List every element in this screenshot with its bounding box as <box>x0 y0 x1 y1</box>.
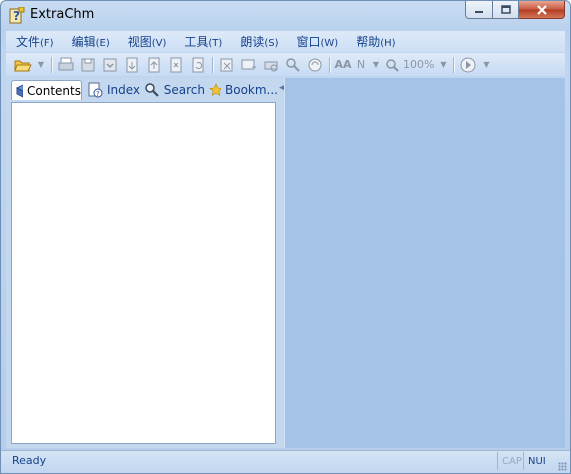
navigation-tabs: Contents ? Index Search Bookm... ◀ <box>6 78 286 100</box>
toolbar-separator <box>329 56 330 73</box>
maximize-button[interactable] <box>493 1 519 19</box>
find-button[interactable] <box>282 55 304 75</box>
toolbar-separator <box>212 56 213 73</box>
maximize-icon <box>500 5 511 14</box>
dropdown-arrow-icon: ▼ <box>372 60 380 69</box>
close-document-icon <box>170 57 182 72</box>
print-button[interactable] <box>55 55 77 75</box>
resize-grip-icon[interactable] <box>558 462 567 471</box>
print-preview-icon <box>264 61 278 71</box>
extrachm-app-icon: ? <box>9 7 25 24</box>
refresh-button[interactable] <box>187 55 209 75</box>
extract-button[interactable] <box>216 55 238 75</box>
num-lock-indicator: NUI <box>523 452 546 470</box>
menu-edit[interactable]: 编辑(E) <box>62 33 118 50</box>
tab-search[interactable]: Search <box>141 80 205 100</box>
status-bar: Ready CAP NUI <box>1 450 570 473</box>
tab-search-label: Search <box>163 83 205 97</box>
play-speech-button[interactable] <box>457 55 479 75</box>
page-up-icon <box>148 57 160 72</box>
tab-contents[interactable]: Contents <box>11 80 82 100</box>
tab-index-label: Index <box>106 83 140 97</box>
font-name-button[interactable]: N <box>353 55 369 75</box>
toolbar-separator <box>453 56 455 73</box>
navigation-pane: Contents ? Index Search Bookm... ◀ <box>6 78 290 448</box>
close-button[interactable] <box>519 1 565 19</box>
tab-contents-label: Contents <box>27 83 81 98</box>
toolbar: ▼ AA N ▼ 100% ▼ ▼ <box>6 53 565 76</box>
toolbar-separator <box>51 56 52 73</box>
close-document-button[interactable] <box>165 55 187 75</box>
save-icon <box>81 58 95 71</box>
contents-book-icon <box>15 83 24 98</box>
play-icon <box>460 57 476 72</box>
page-up-button[interactable] <box>143 55 165 75</box>
add-bookmark-button[interactable] <box>238 55 260 75</box>
bookmark-star-icon <box>209 83 221 96</box>
close-icon <box>536 4 547 15</box>
window-controls <box>465 1 565 20</box>
menu-help[interactable]: 帮助(H) <box>346 33 403 50</box>
menu-window[interactable]: 窗口(W) <box>287 33 347 50</box>
play-dropdown-button[interactable]: ▼ <box>479 55 493 75</box>
status-text: Ready <box>12 454 47 467</box>
find-icon <box>286 57 300 72</box>
sync-button[interactable] <box>304 55 326 75</box>
menu-view[interactable]: 视图(V) <box>118 33 175 50</box>
minimize-icon <box>475 10 483 13</box>
extract-icon <box>220 58 233 71</box>
tab-bookmarks-label: Bookm... <box>225 83 278 97</box>
app-window: ? ExtraChm 文件(F) 编辑(E) 视图(V) 工具(T) 朗读(S)… <box>0 0 571 474</box>
index-page-icon: ? <box>88 82 103 98</box>
sync-icon <box>308 58 322 71</box>
tab-bookmarks[interactable]: Bookm... <box>206 80 278 100</box>
caps-lock-indicator: CAP <box>497 452 522 470</box>
export-button[interactable] <box>99 55 121 75</box>
svg-text:?: ? <box>96 90 100 98</box>
font-size-button[interactable]: AA <box>333 55 353 75</box>
minimize-button[interactable] <box>465 1 493 19</box>
open-folder-icon <box>14 60 32 71</box>
window-title: ExtraChm <box>30 7 95 22</box>
dropdown-arrow-icon: ▼ <box>440 60 447 69</box>
menu-bar: 文件(F) 编辑(E) 视图(V) 工具(T) 朗读(S) 窗口(W) 帮助(H… <box>6 31 565 52</box>
zoom-icon <box>386 58 399 72</box>
dropdown-arrow-icon: ▼ <box>37 60 45 69</box>
open-folder-button[interactable] <box>12 55 34 75</box>
zoom-dropdown-button[interactable]: ▼ <box>436 55 450 75</box>
zoom-value: 100% <box>403 58 435 71</box>
font-name-label: N <box>356 58 366 71</box>
page-down-button[interactable] <box>121 55 143 75</box>
tab-index[interactable]: ? Index <box>84 80 140 100</box>
open-dropdown-button[interactable]: ▼ <box>34 55 48 75</box>
export-icon <box>103 58 117 71</box>
page-down-icon <box>126 57 138 72</box>
menu-speak[interactable]: 朗读(S) <box>230 33 286 50</box>
refresh-icon <box>192 57 204 72</box>
menu-tools[interactable]: 工具(T) <box>174 33 230 50</box>
dropdown-arrow-icon: ▼ <box>483 60 490 69</box>
menu-file[interactable]: 文件(F) <box>6 33 62 50</box>
print-icon <box>58 57 74 70</box>
search-icon <box>145 83 159 97</box>
font-size-label: AA <box>334 58 352 71</box>
add-bookmark-icon <box>241 59 256 69</box>
contents-tree-panel[interactable] <box>11 102 276 444</box>
print-preview-button[interactable] <box>260 55 282 75</box>
zoom-button[interactable] <box>383 55 401 75</box>
title-bar[interactable]: ? ExtraChm <box>1 1 570 31</box>
font-dropdown-button[interactable]: ▼ <box>369 55 383 75</box>
save-button[interactable] <box>77 55 99 75</box>
document-content-area[interactable] <box>285 78 565 448</box>
